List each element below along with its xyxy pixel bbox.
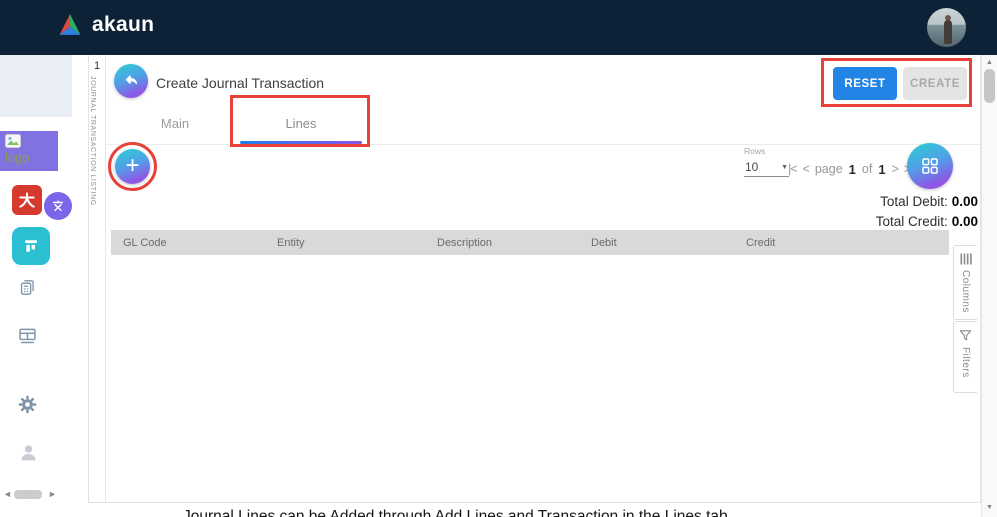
page-word: page <box>814 162 843 176</box>
next-page-button[interactable]: > <box>892 162 899 176</box>
scroll-down-arrow[interactable]: ▼ <box>982 504 997 511</box>
documents-icon <box>18 278 37 297</box>
logo-alt-text: logo <box>5 150 30 165</box>
app-screenshot: akaun logo ◄ ► 1 JOURNAL TRANSACTION LIS… <box>0 0 997 517</box>
rows-value: 10 <box>745 160 759 174</box>
akaun-triangle-icon <box>57 13 83 37</box>
hscroll-right-arrow[interactable]: ► <box>48 489 57 499</box>
sidebar-item-profile[interactable] <box>18 442 39 463</box>
brand-logo[interactable]: akaun <box>57 13 154 37</box>
cutoff-caption: Journal Lines can be Added through Add L… <box>183 508 728 517</box>
column-header-credit[interactable]: Credit <box>736 237 949 249</box>
columns-panel-tab[interactable]: Columns <box>953 245 977 320</box>
reset-button[interactable]: RESET <box>833 67 897 100</box>
sidebar-item-red-app[interactable] <box>12 185 42 215</box>
hscroll-left-arrow[interactable]: ◄ <box>3 489 12 499</box>
total-credit-value: 0.00 <box>951 214 978 229</box>
column-header-description[interactable]: Description <box>427 237 581 249</box>
sidebar-item-documents[interactable] <box>18 278 37 297</box>
tab-lines[interactable]: Lines <box>238 103 364 144</box>
sidebar-item-purple-badge[interactable] <box>44 192 72 220</box>
pagination: |< < page 1 of 1 > >| <box>788 158 913 180</box>
hscroll-thumb[interactable] <box>14 490 42 499</box>
create-button[interactable]: CREATE <box>903 67 967 100</box>
column-header-gl-code[interactable]: GL Code <box>111 237 267 249</box>
tabs-divider <box>105 144 980 145</box>
filters-tab-label: Filters <box>960 347 971 378</box>
columns-icon <box>960 253 972 265</box>
avatar-photo-silhouette <box>944 20 952 44</box>
vertical-scrollbar[interactable]: ▲ ▼ <box>981 55 997 517</box>
sidebar-item-teal-app[interactable] <box>12 227 50 265</box>
script-glyph-icon <box>51 199 65 213</box>
sidebar-item-settings[interactable] <box>17 394 38 415</box>
prev-page-button[interactable]: < <box>803 162 810 176</box>
filters-panel-tab[interactable]: Filters <box>953 321 977 393</box>
grid-squares-icon <box>920 156 940 176</box>
module-tab-strip[interactable]: 1 JOURNAL TRANSACTION LISTING <box>89 55 106 502</box>
column-header-debit[interactable]: Debit <box>581 237 736 249</box>
scroll-up-arrow[interactable]: ▲ <box>982 59 997 66</box>
total-credit-label: Total Credit: <box>875 214 948 229</box>
app-header: akaun <box>0 0 997 55</box>
caret-down-icon: ▼ <box>781 163 788 171</box>
table-columns-icon <box>20 235 42 257</box>
table-grid-icon <box>17 325 38 346</box>
active-tab-underline <box>240 141 362 144</box>
page-title: Create Journal Transaction <box>156 75 325 91</box>
total-debit-value: 0.00 <box>951 194 978 209</box>
current-page-number: 1 <box>848 161 856 177</box>
column-header-entity[interactable]: Entity <box>267 237 427 249</box>
gear-icon <box>17 394 38 415</box>
module-tab-number: 1 <box>93 60 101 72</box>
total-pages-number: 1 <box>878 161 886 177</box>
module-tab-label: JOURNAL TRANSACTION LISTING <box>89 76 96 206</box>
first-page-button[interactable]: |< <box>788 162 797 176</box>
cjk-dai-icon <box>17 190 37 210</box>
brand-name: akaun <box>92 13 155 36</box>
filter-funnel-icon <box>959 329 972 342</box>
add-line-button[interactable]: + <box>115 149 150 184</box>
broken-image-icon <box>5 134 21 148</box>
sidebar-tenant-logo[interactable]: logo <box>0 131 58 171</box>
columns-tab-label: Columns <box>960 270 971 313</box>
back-button[interactable] <box>114 64 148 98</box>
totals-block: Total Debit: 0.00 Total Credit: 0.00 <box>678 192 978 232</box>
grid-view-button[interactable] <box>907 143 953 189</box>
person-icon <box>18 442 39 463</box>
sidebar-top-block <box>0 55 72 117</box>
lines-table-header: GL Code Entity Description Debit Credit <box>111 230 949 255</box>
tab-main[interactable]: Main <box>112 103 238 144</box>
plus-icon: + <box>125 151 140 179</box>
rows-per-page-select[interactable]: Rows 10 ▼ <box>744 146 789 177</box>
of-word: of <box>861 162 873 176</box>
back-arrow-icon <box>122 72 141 91</box>
vscroll-thumb[interactable] <box>984 69 995 103</box>
main-panel: 1 JOURNAL TRANSACTION LISTING Create Jou… <box>88 55 981 503</box>
lines-table-empty-body <box>111 255 949 501</box>
user-avatar[interactable] <box>927 8 966 47</box>
total-debit-label: Total Debit: <box>880 194 948 209</box>
sidebar-item-table[interactable] <box>17 325 38 346</box>
rows-label: Rows <box>744 146 766 156</box>
